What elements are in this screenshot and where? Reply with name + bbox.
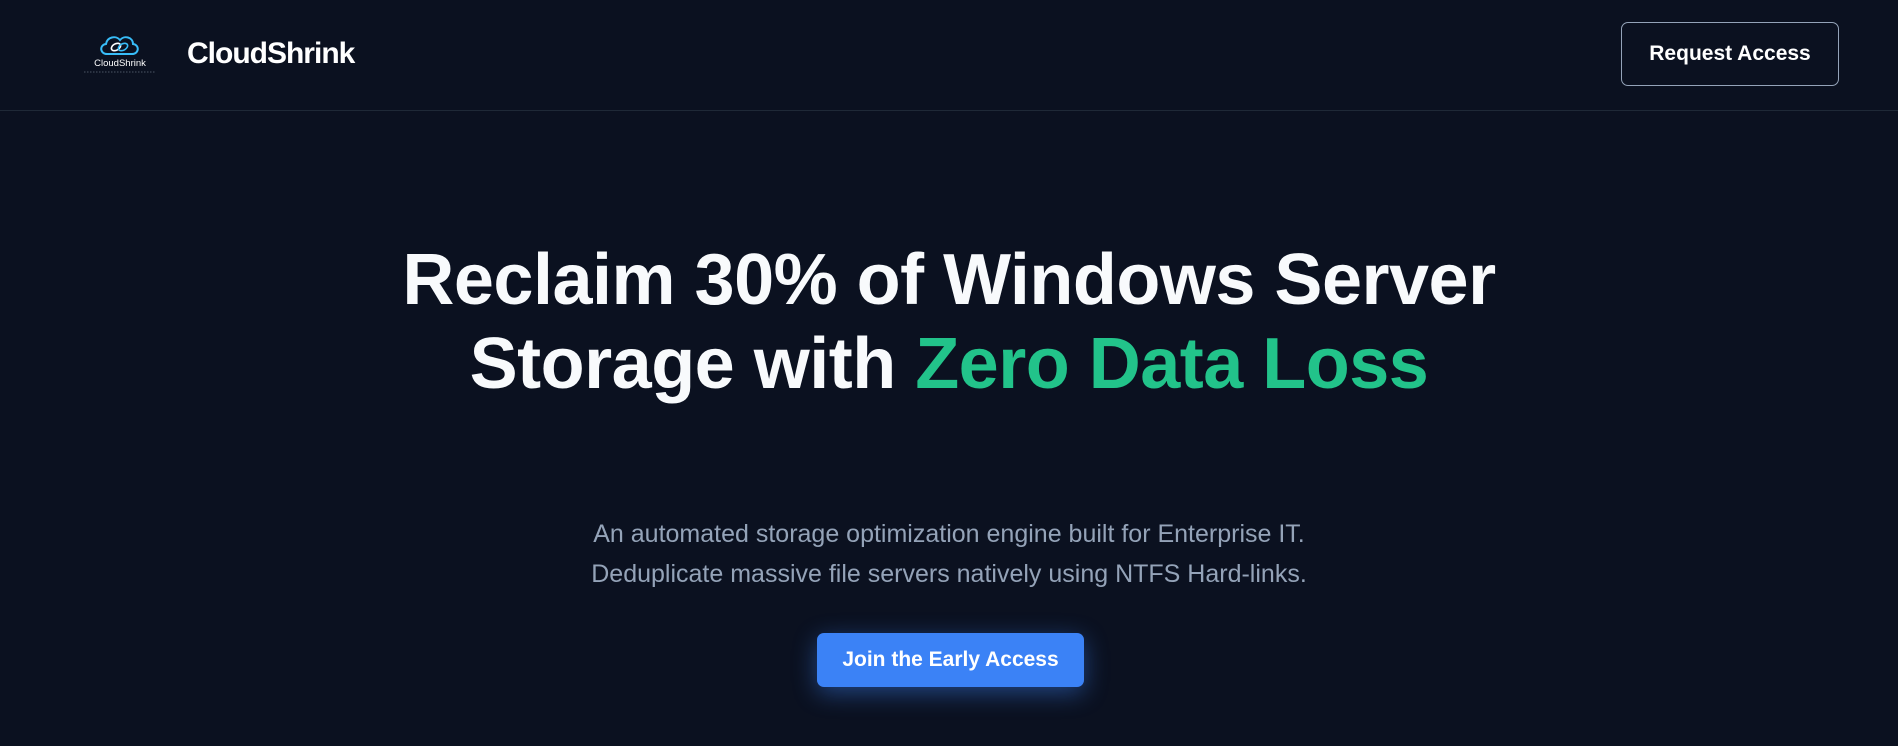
hero-title: Reclaim 30% of Windows Server Storage wi… <box>349 238 1549 406</box>
hero-title-accent: Zero Data Loss <box>915 324 1429 404</box>
hero-subtitle-line-1: An automated storage optimization engine… <box>593 520 1305 548</box>
logo-wordmark: CloudShrink <box>94 58 146 69</box>
brand-logo[interactable]: CloudShrink <box>80 28 160 78</box>
hero-subtitle-line-2: Deduplicate massive file servers nativel… <box>591 560 1307 588</box>
request-access-button[interactable]: Request Access <box>1621 22 1839 86</box>
cloud-link-icon: CloudShrink <box>84 36 156 73</box>
join-early-access-button[interactable]: Join the Early Access <box>817 633 1084 687</box>
navbar: CloudShrink CloudShrink Request Access <box>0 0 1898 111</box>
brand-name[interactable]: CloudShrink <box>187 36 355 72</box>
hero-subtitle: An automated storage optimization engine… <box>449 514 1449 594</box>
